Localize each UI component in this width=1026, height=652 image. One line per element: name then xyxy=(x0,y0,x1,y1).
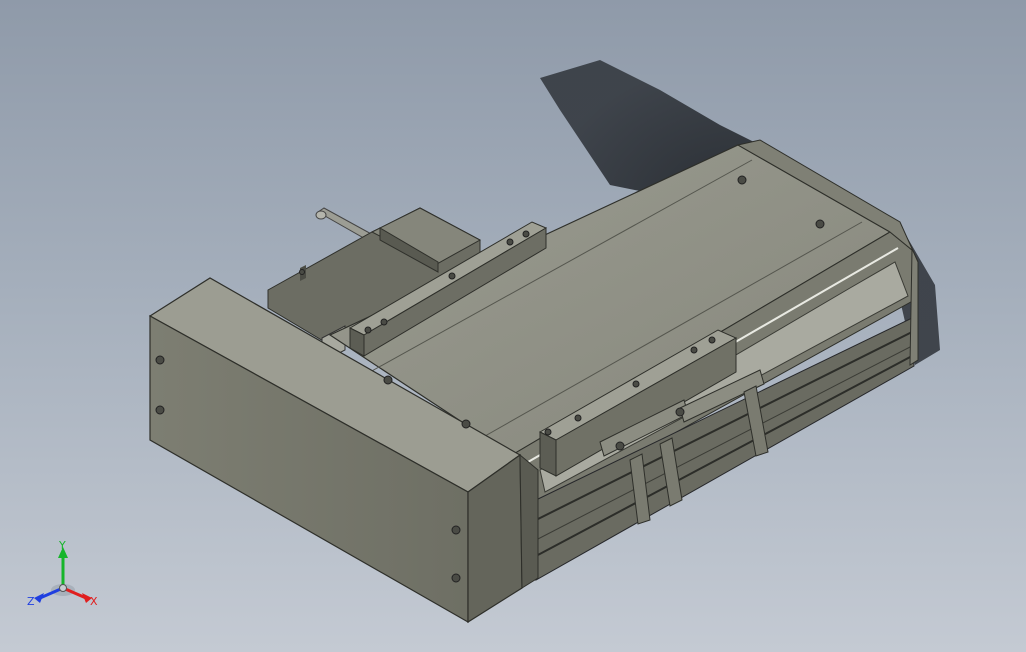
y-axis-label: Y xyxy=(58,539,66,552)
coordinate-triad: Y X Z xyxy=(27,539,98,608)
model-view[interactable] xyxy=(0,0,1026,652)
triad-origin xyxy=(59,584,67,592)
graphics-viewport[interactable]: Y X Z xyxy=(0,0,1026,652)
z-axis-label: Z xyxy=(27,595,35,608)
x-axis-label: X xyxy=(90,595,98,608)
